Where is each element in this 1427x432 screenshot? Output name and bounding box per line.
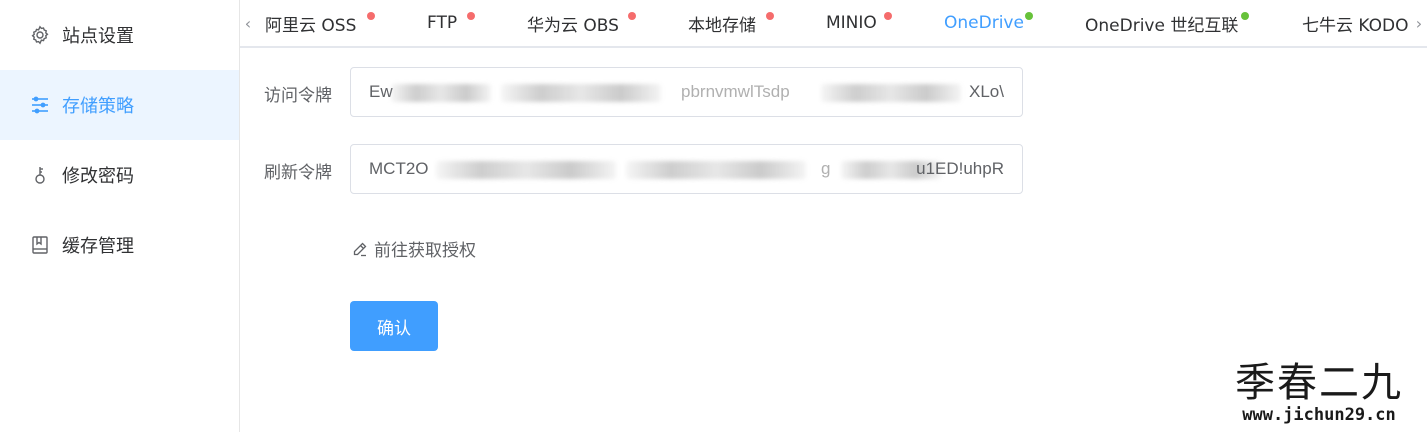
- access-token-prefix: Ew: [369, 82, 393, 101]
- tab-scroll-right-icon[interactable]: ›: [1411, 0, 1427, 46]
- tab-label: 本地存储: [688, 15, 756, 36]
- sidebar-item-label: 站点设置: [62, 26, 134, 47]
- confirm-button[interactable]: 确认: [350, 301, 438, 351]
- status-dot-icon: [884, 12, 892, 20]
- tab-label: 华为云 OBS: [527, 15, 619, 36]
- refresh-token-suffix: u1ED!uhpR: [916, 159, 1004, 178]
- access-token-middle: pbrnvmwlTsdp: [681, 82, 790, 101]
- sidebar-item-label: 缓存管理: [62, 236, 134, 257]
- refresh-token-middle: g: [821, 159, 831, 178]
- redaction-blur: [501, 84, 661, 102]
- sidebar-item-cache-management[interactable]: 缓存管理: [0, 210, 239, 280]
- tab-scroll-left-icon[interactable]: ‹: [240, 0, 256, 46]
- redaction-blur: [391, 84, 491, 102]
- tab-minio[interactable]: MINIO: [826, 0, 892, 46]
- refresh-token-field[interactable]: MCT2O g u1ED!uhpR: [350, 144, 1023, 194]
- status-dot-icon: [628, 12, 636, 20]
- book-icon: [30, 235, 50, 255]
- get-authorization-label: 前往获取授权: [374, 241, 476, 261]
- tab-huawei-obs[interactable]: 华为云 OBS: [527, 0, 636, 46]
- watermark-url: www.jichun29.cn: [1242, 405, 1396, 425]
- tab-label: OneDrive: [944, 13, 1024, 33]
- tab-label: OneDrive 世纪互联: [1085, 15, 1239, 36]
- get-authorization-link[interactable]: 前往获取授权: [352, 236, 476, 261]
- tab-ftp[interactable]: FTP: [427, 0, 475, 46]
- status-dot-icon: [467, 12, 475, 20]
- gear-icon: [30, 25, 50, 45]
- sidebar: 站点设置 存储策略 修改密码 缓存管理: [0, 0, 240, 432]
- sidebar-item-label: 修改密码: [62, 166, 134, 187]
- sidebar-item-site-settings[interactable]: 站点设置: [0, 0, 239, 70]
- watermark: 季春二九 www.jichun29.cn: [1235, 362, 1403, 426]
- refresh-token-label: 刷新令牌: [264, 163, 332, 183]
- tab-label: FTP: [427, 13, 458, 33]
- watermark-title: 季春二九: [1235, 360, 1403, 406]
- key-icon: [30, 165, 50, 185]
- tab-label: 阿里云 OSS: [265, 15, 357, 36]
- edit-icon: [353, 242, 367, 256]
- redaction-blur: [436, 161, 616, 179]
- tab-aliyun-oss[interactable]: 阿里云 OSS: [265, 0, 375, 46]
- status-dot-icon: [766, 12, 774, 20]
- refresh-token-prefix: MCT2O: [369, 159, 429, 178]
- tab-strip: 阿里云 OSS FTP 华为云 OBS 本地存储 MINIO OneDrive …: [256, 0, 1411, 46]
- tab-onedrive[interactable]: OneDrive: [944, 0, 1033, 46]
- tab-label: MINIO: [826, 13, 877, 33]
- status-dot-icon: [1241, 12, 1249, 20]
- access-token-label: 访问令牌: [264, 86, 332, 106]
- redaction-blur: [821, 84, 961, 102]
- tab-qiniu-kodo[interactable]: 七牛云 KODO: [1302, 0, 1408, 46]
- sliders-icon: [30, 95, 50, 115]
- access-token-suffix: XLo\: [969, 82, 1004, 101]
- redaction-blur: [626, 161, 806, 179]
- tab-local-storage[interactable]: 本地存储: [688, 0, 774, 46]
- storage-tabs: ‹ 阿里云 OSS FTP 华为云 OBS 本地存储 MINIO OneDriv…: [240, 0, 1427, 48]
- tab-onedrive-21vianet[interactable]: OneDrive 世纪互联: [1085, 0, 1249, 46]
- access-token-field[interactable]: Ew pbrnvmwlTsdp XLo\: [350, 67, 1023, 117]
- sidebar-item-label: 存储策略: [62, 96, 134, 117]
- status-dot-icon: [1025, 12, 1033, 20]
- sidebar-item-change-password[interactable]: 修改密码: [0, 140, 239, 210]
- tab-label: 七牛云 KODO: [1302, 15, 1409, 36]
- sidebar-item-storage-policy[interactable]: 存储策略: [0, 70, 239, 140]
- status-dot-icon: [367, 12, 375, 20]
